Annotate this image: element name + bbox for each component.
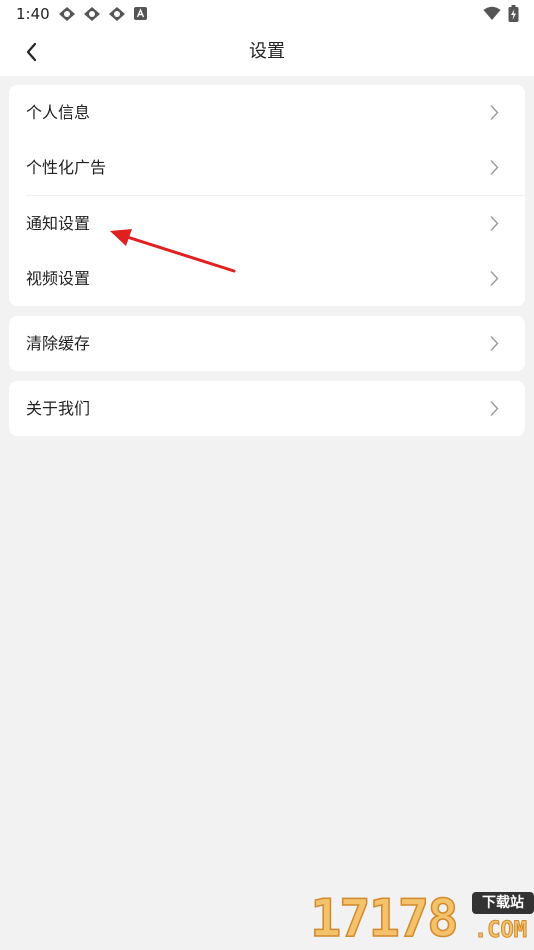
watermark-digits: 17178: [309, 889, 459, 949]
chevron-left-icon: [26, 42, 37, 62]
settings-item-notification[interactable]: 通知设置: [9, 196, 525, 251]
chevron-right-icon: [490, 105, 499, 120]
settings-item-label: 个人信息: [26, 103, 91, 122]
app-notification-icon: [109, 7, 125, 21]
a-notification-icon: [134, 7, 147, 20]
settings-item-label: 通知设置: [26, 214, 91, 233]
page-title: 设置: [249, 41, 285, 62]
settings-item-label: 清除缓存: [26, 334, 91, 353]
chevron-right-icon: [490, 401, 499, 416]
watermark-domain: .COM: [474, 918, 528, 944]
chevron-right-icon: [490, 336, 499, 351]
status-bar: 1:40: [0, 0, 534, 28]
settings-item-label: 视频设置: [26, 269, 91, 288]
watermark-badge: 下载站: [472, 892, 534, 914]
back-button[interactable]: [16, 38, 48, 66]
settings-item-clear-cache[interactable]: 清除缓存: [9, 316, 525, 371]
settings-group-cache: 清除缓存: [9, 316, 525, 371]
chevron-right-icon: [490, 160, 499, 175]
settings-item-video[interactable]: 视频设置: [9, 251, 525, 306]
settings-item-label: 个性化广告: [26, 158, 107, 177]
settings-group-account: 个人信息 个性化广告 通知设置 视频设置: [9, 85, 525, 306]
settings-item-personalized-ads[interactable]: 个性化广告: [9, 140, 525, 195]
status-time: 1:40: [16, 5, 50, 23]
chevron-right-icon: [490, 216, 499, 231]
settings-item-personal-info[interactable]: 个人信息: [9, 85, 525, 140]
app-notification-icon: [59, 7, 75, 21]
settings-item-about-us[interactable]: 关于我们: [9, 381, 525, 436]
app-header: 设置: [0, 28, 534, 76]
settings-item-label: 关于我们: [26, 399, 91, 418]
chevron-right-icon: [490, 271, 499, 286]
watermark-17178: 17178 下载站 .COM: [308, 888, 534, 950]
app-notification-icon: [84, 7, 100, 21]
wifi-icon: [483, 6, 501, 20]
battery-charging-icon: [508, 5, 519, 22]
settings-group-about: 关于我们: [9, 381, 525, 436]
